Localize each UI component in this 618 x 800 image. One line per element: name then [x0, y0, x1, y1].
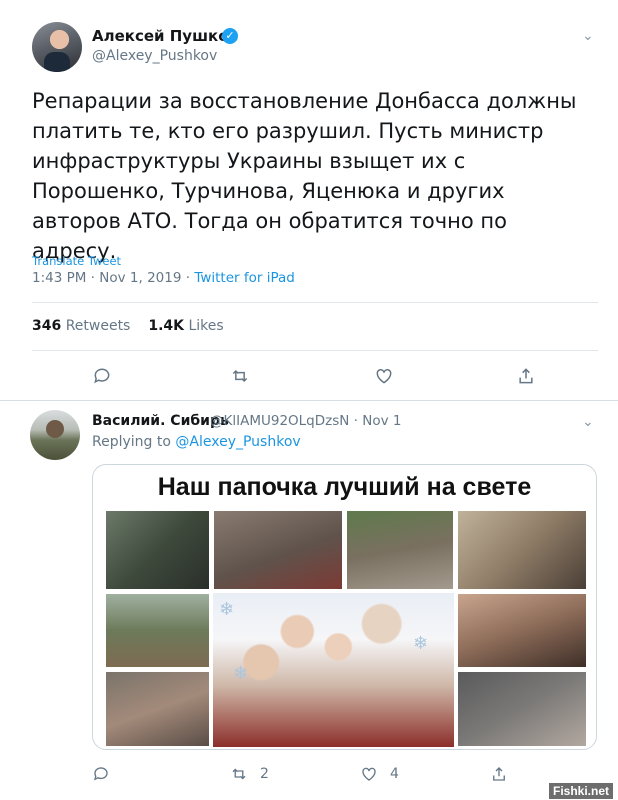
- replying-prefix: Replying to: [92, 434, 176, 450]
- reply-author-name[interactable]: Василий. Сибирь: [92, 413, 229, 429]
- media-caption: Наш папочка лучший на свете: [157, 473, 532, 501]
- like-icon: [362, 767, 376, 781]
- media-image[interactable]: Наш папочка лучший на свете ❄ ❄ ❄: [92, 464, 597, 750]
- watermark: Fishki.net: [549, 783, 614, 799]
- like-button[interactable]: [374, 366, 394, 386]
- tweet-text: Репарации за восстановление Донбасса дол…: [32, 89, 577, 263]
- replying-to-link[interactable]: @Alexey_Pushkov: [175, 434, 300, 450]
- tweet-meta: 1:43 PM · Nov 1, 2019 · Twitter for iPad: [32, 270, 295, 286]
- retweets-label: Retweets: [65, 318, 131, 334]
- likes-stat[interactable]: 1.4K Likes: [148, 318, 223, 334]
- collage-photo: [105, 593, 210, 668]
- tweet-time[interactable]: 1:43 PM · Nov 1, 2019 ·: [32, 270, 194, 286]
- reply-button[interactable]: [92, 765, 110, 783]
- avatar[interactable]: [32, 22, 82, 72]
- tweet-stats: 346 Retweets 1.4K Likes: [32, 318, 224, 334]
- author-handle[interactable]: @Alexey_Pushkov: [92, 48, 217, 64]
- collage-photo: [346, 510, 454, 590]
- retweet-icon: [232, 768, 246, 780]
- collage-photo: [457, 510, 587, 590]
- retweets-stat[interactable]: 346 Retweets: [32, 318, 130, 334]
- collage-photo: [457, 593, 587, 668]
- snowflake-icon: ❄: [413, 633, 429, 654]
- verified-badge-icon: ✓: [222, 28, 238, 44]
- retweet-button[interactable]: [230, 366, 250, 386]
- chevron-down-icon[interactable]: ⌄: [582, 414, 594, 430]
- share-button[interactable]: [516, 366, 536, 386]
- collage-photo: [105, 510, 210, 590]
- translate-link[interactable]: Translate Tweet: [32, 254, 121, 268]
- reply-icon: [94, 368, 110, 384]
- retweets-count: 346: [32, 318, 62, 334]
- collage-photo: [105, 671, 210, 747]
- reply-icon: [93, 767, 108, 781]
- family-photo: ❄ ❄ ❄: [213, 593, 454, 747]
- like-count: 4: [390, 766, 399, 782]
- like-icon: [376, 368, 392, 384]
- retweet-count: 2: [260, 766, 269, 782]
- retweet-button[interactable]: 2: [230, 765, 269, 783]
- share-button[interactable]: [490, 765, 508, 783]
- snowflake-icon: ❄: [233, 663, 249, 684]
- chevron-down-icon[interactable]: ⌄: [582, 28, 594, 44]
- reply-author-handle[interactable]: @KlIAMU92OLqDzsN · Nov 1: [210, 413, 401, 429]
- retweet-icon: [232, 369, 248, 383]
- replying-to: Replying to @Alexey_Pushkov: [92, 434, 301, 450]
- snowflake-icon: ❄: [219, 599, 235, 620]
- share-icon: [519, 368, 533, 384]
- likes-count: 1.4K: [148, 318, 185, 334]
- likes-label: Likes: [188, 318, 224, 334]
- collage-photo: [213, 510, 343, 590]
- author-name[interactable]: Алексей Пушков: [92, 27, 238, 45]
- collage-photo: [457, 671, 587, 747]
- tweet-source[interactable]: Twitter for iPad: [194, 270, 295, 286]
- divider: [32, 302, 598, 303]
- reply-avatar[interactable]: [30, 410, 80, 460]
- divider: [0, 400, 618, 401]
- reply-button[interactable]: [92, 366, 112, 386]
- divider: [32, 350, 598, 351]
- share-icon: [493, 767, 505, 781]
- like-button[interactable]: 4: [360, 765, 399, 783]
